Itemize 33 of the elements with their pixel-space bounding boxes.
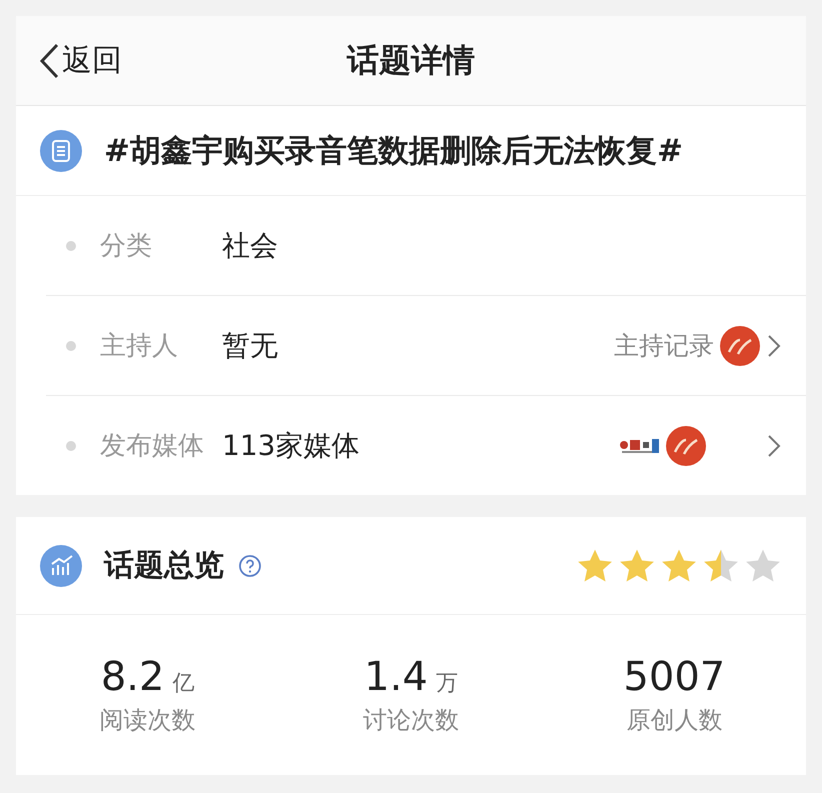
field-value: 113家媒体 <box>222 428 360 464</box>
stat-unit: 亿 <box>172 670 194 698</box>
field-label: 主持人 <box>100 330 179 363</box>
stat-label: 阅读次数 <box>100 705 196 736</box>
stat-number: 8.2 <box>100 654 164 700</box>
field-value: 社会 <box>222 228 279 264</box>
stat-number: 1.4 <box>364 654 428 700</box>
host-record-link[interactable]: 主持记录 <box>614 329 714 362</box>
stat-unit: 万 <box>436 670 458 698</box>
bullet-icon <box>66 440 76 450</box>
chart-icon <box>40 544 82 586</box>
stat-label: 讨论次数 <box>362 705 459 736</box>
star-icon <box>744 548 782 584</box>
list-icon <box>40 130 82 172</box>
field-label: 分类 <box>100 230 153 263</box>
section-title: 话题总览 <box>104 547 224 585</box>
back-icon[interactable] <box>38 42 60 78</box>
field-value: 暂无 <box>222 328 279 364</box>
bullet-icon <box>66 240 76 250</box>
help-icon[interactable] <box>238 554 262 578</box>
bullet-icon <box>66 340 76 350</box>
star-icon <box>660 548 698 584</box>
logo-icon <box>666 426 706 466</box>
star-icon <box>576 548 614 584</box>
topic-title: #胡鑫宇购买录音笔数据删除后无法恢复# <box>104 132 683 170</box>
stat-number: 5007 <box>623 654 726 700</box>
stat-label: 原创人数 <box>626 705 722 736</box>
back-button[interactable]: 返回 <box>16 40 122 81</box>
logo-icon <box>720 326 760 366</box>
star-icon <box>702 548 740 584</box>
field-label: 发布媒体 <box>100 430 205 463</box>
star-icon <box>618 548 656 584</box>
page-title: 话题详情 <box>347 40 475 80</box>
